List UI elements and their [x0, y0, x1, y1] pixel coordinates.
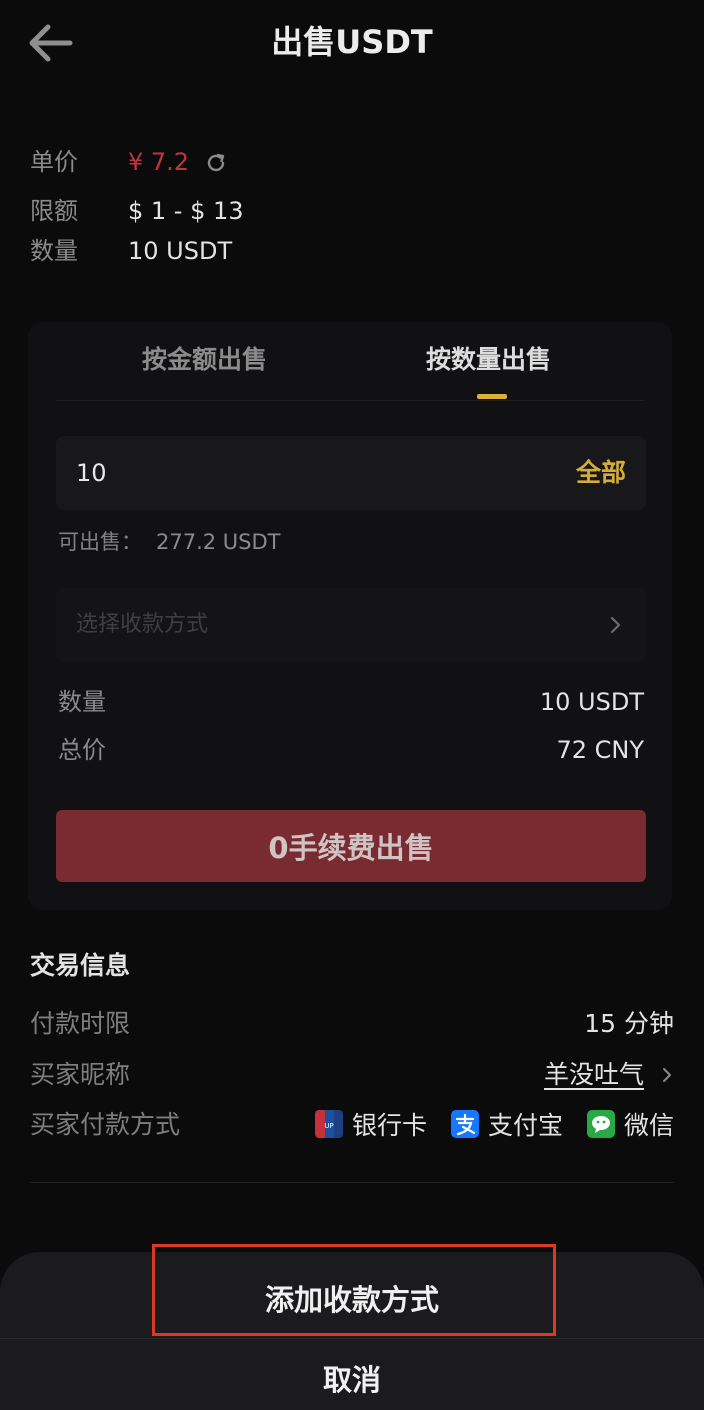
sell-card: 按金额出售 按数量出售 全部 可出售： 277.2 USDT 选择收款方式 数量 …	[28, 322, 672, 910]
quantity-input[interactable]	[76, 436, 496, 510]
payment-time-row: 付款时限 15 分钟	[30, 1004, 674, 1044]
summary-total-value: 72 CNY	[556, 736, 644, 764]
tab-sell-by-quantity[interactable]: 按数量出售	[426, 340, 551, 380]
payment-method-placeholder: 选择收款方式	[76, 612, 209, 637]
buyer-nickname-label: 买家昵称	[30, 1060, 131, 1089]
wechat-icon	[586, 1110, 615, 1138]
price-row: 单价 ¥ 7.2	[30, 142, 430, 182]
available-value: 277.2 USDT	[156, 530, 281, 554]
payment-methods: UP 银行卡 支付宝 微信	[299, 1105, 674, 1145]
price-value: ¥ 7.2	[128, 148, 190, 176]
summary-quantity-label: 数量	[58, 688, 106, 716]
summary-total-label: 总价	[58, 736, 106, 764]
payment-method-wechat: 微信	[586, 1105, 674, 1146]
refresh-icon[interactable]	[204, 151, 228, 175]
limit-row: 限额 $ 1 - $ 13	[30, 191, 430, 231]
trade-info-title: 交易信息	[30, 951, 131, 980]
bank-card-icon: UP	[315, 1110, 344, 1138]
payment-method-alipay: 支付宝	[451, 1105, 563, 1146]
tab-divider	[56, 400, 644, 401]
payment-method-alipay-label: 支付宝	[488, 1111, 564, 1140]
buyer-payment-row: 买家付款方式 UP 银行卡 支付宝 微信	[30, 1105, 674, 1145]
chevron-right-icon[interactable]	[662, 1067, 672, 1083]
alipay-icon	[451, 1110, 480, 1138]
highlight-box	[152, 1244, 556, 1336]
summary-total-row: 总价 72 CNY	[58, 730, 644, 770]
tab-sell-by-amount[interactable]: 按金额出售	[142, 340, 267, 380]
page-title: 出售USDT	[271, 23, 433, 61]
payment-method-bank-label: 银行卡	[352, 1111, 428, 1140]
payment-time-value: 15 分钟	[584, 1009, 674, 1038]
available-balance: 可出售： 277.2 USDT	[58, 526, 281, 558]
payment-method-bank: UP 银行卡	[315, 1105, 427, 1146]
buyer-nickname-link[interactable]: 羊没吐气	[544, 1055, 644, 1095]
active-tab-indicator	[477, 394, 507, 399]
cancel-button[interactable]: 取消	[0, 1356, 704, 1404]
quantity-input-box: 全部	[56, 436, 646, 510]
summary-quantity-value: 10 USDT	[539, 688, 644, 716]
chevron-right-icon	[610, 616, 621, 634]
payment-time-label: 付款时限	[30, 1009, 131, 1038]
quantity-value: 10 USDT	[128, 237, 233, 265]
action-sheet: 添加收款方式 取消	[0, 1244, 704, 1410]
limit-value: $ 1 - $ 13	[128, 197, 244, 225]
header: 出售USDT	[0, 0, 704, 90]
buyer-nickname-row: 买家昵称 羊没吐气	[30, 1055, 674, 1095]
limit-label: 限额	[30, 197, 78, 225]
buyer-payment-label: 买家付款方式	[30, 1110, 181, 1139]
quantity-label: 数量	[30, 237, 78, 265]
payment-method-select[interactable]: 选择收款方式	[56, 588, 646, 662]
available-label: 可出售：	[58, 530, 142, 554]
sell-button[interactable]: 0手续费出售	[56, 810, 646, 882]
all-button[interactable]: 全部	[576, 436, 626, 510]
summary-quantity-row: 数量 10 USDT	[58, 682, 644, 722]
payment-method-wechat-label: 微信	[623, 1111, 674, 1140]
svg-text:UP: UP	[324, 1122, 333, 1130]
sheet-divider	[0, 1338, 704, 1339]
price-label: 单价	[30, 148, 78, 176]
quantity-row: 数量 10 USDT	[30, 231, 430, 271]
section-divider	[30, 1182, 674, 1183]
